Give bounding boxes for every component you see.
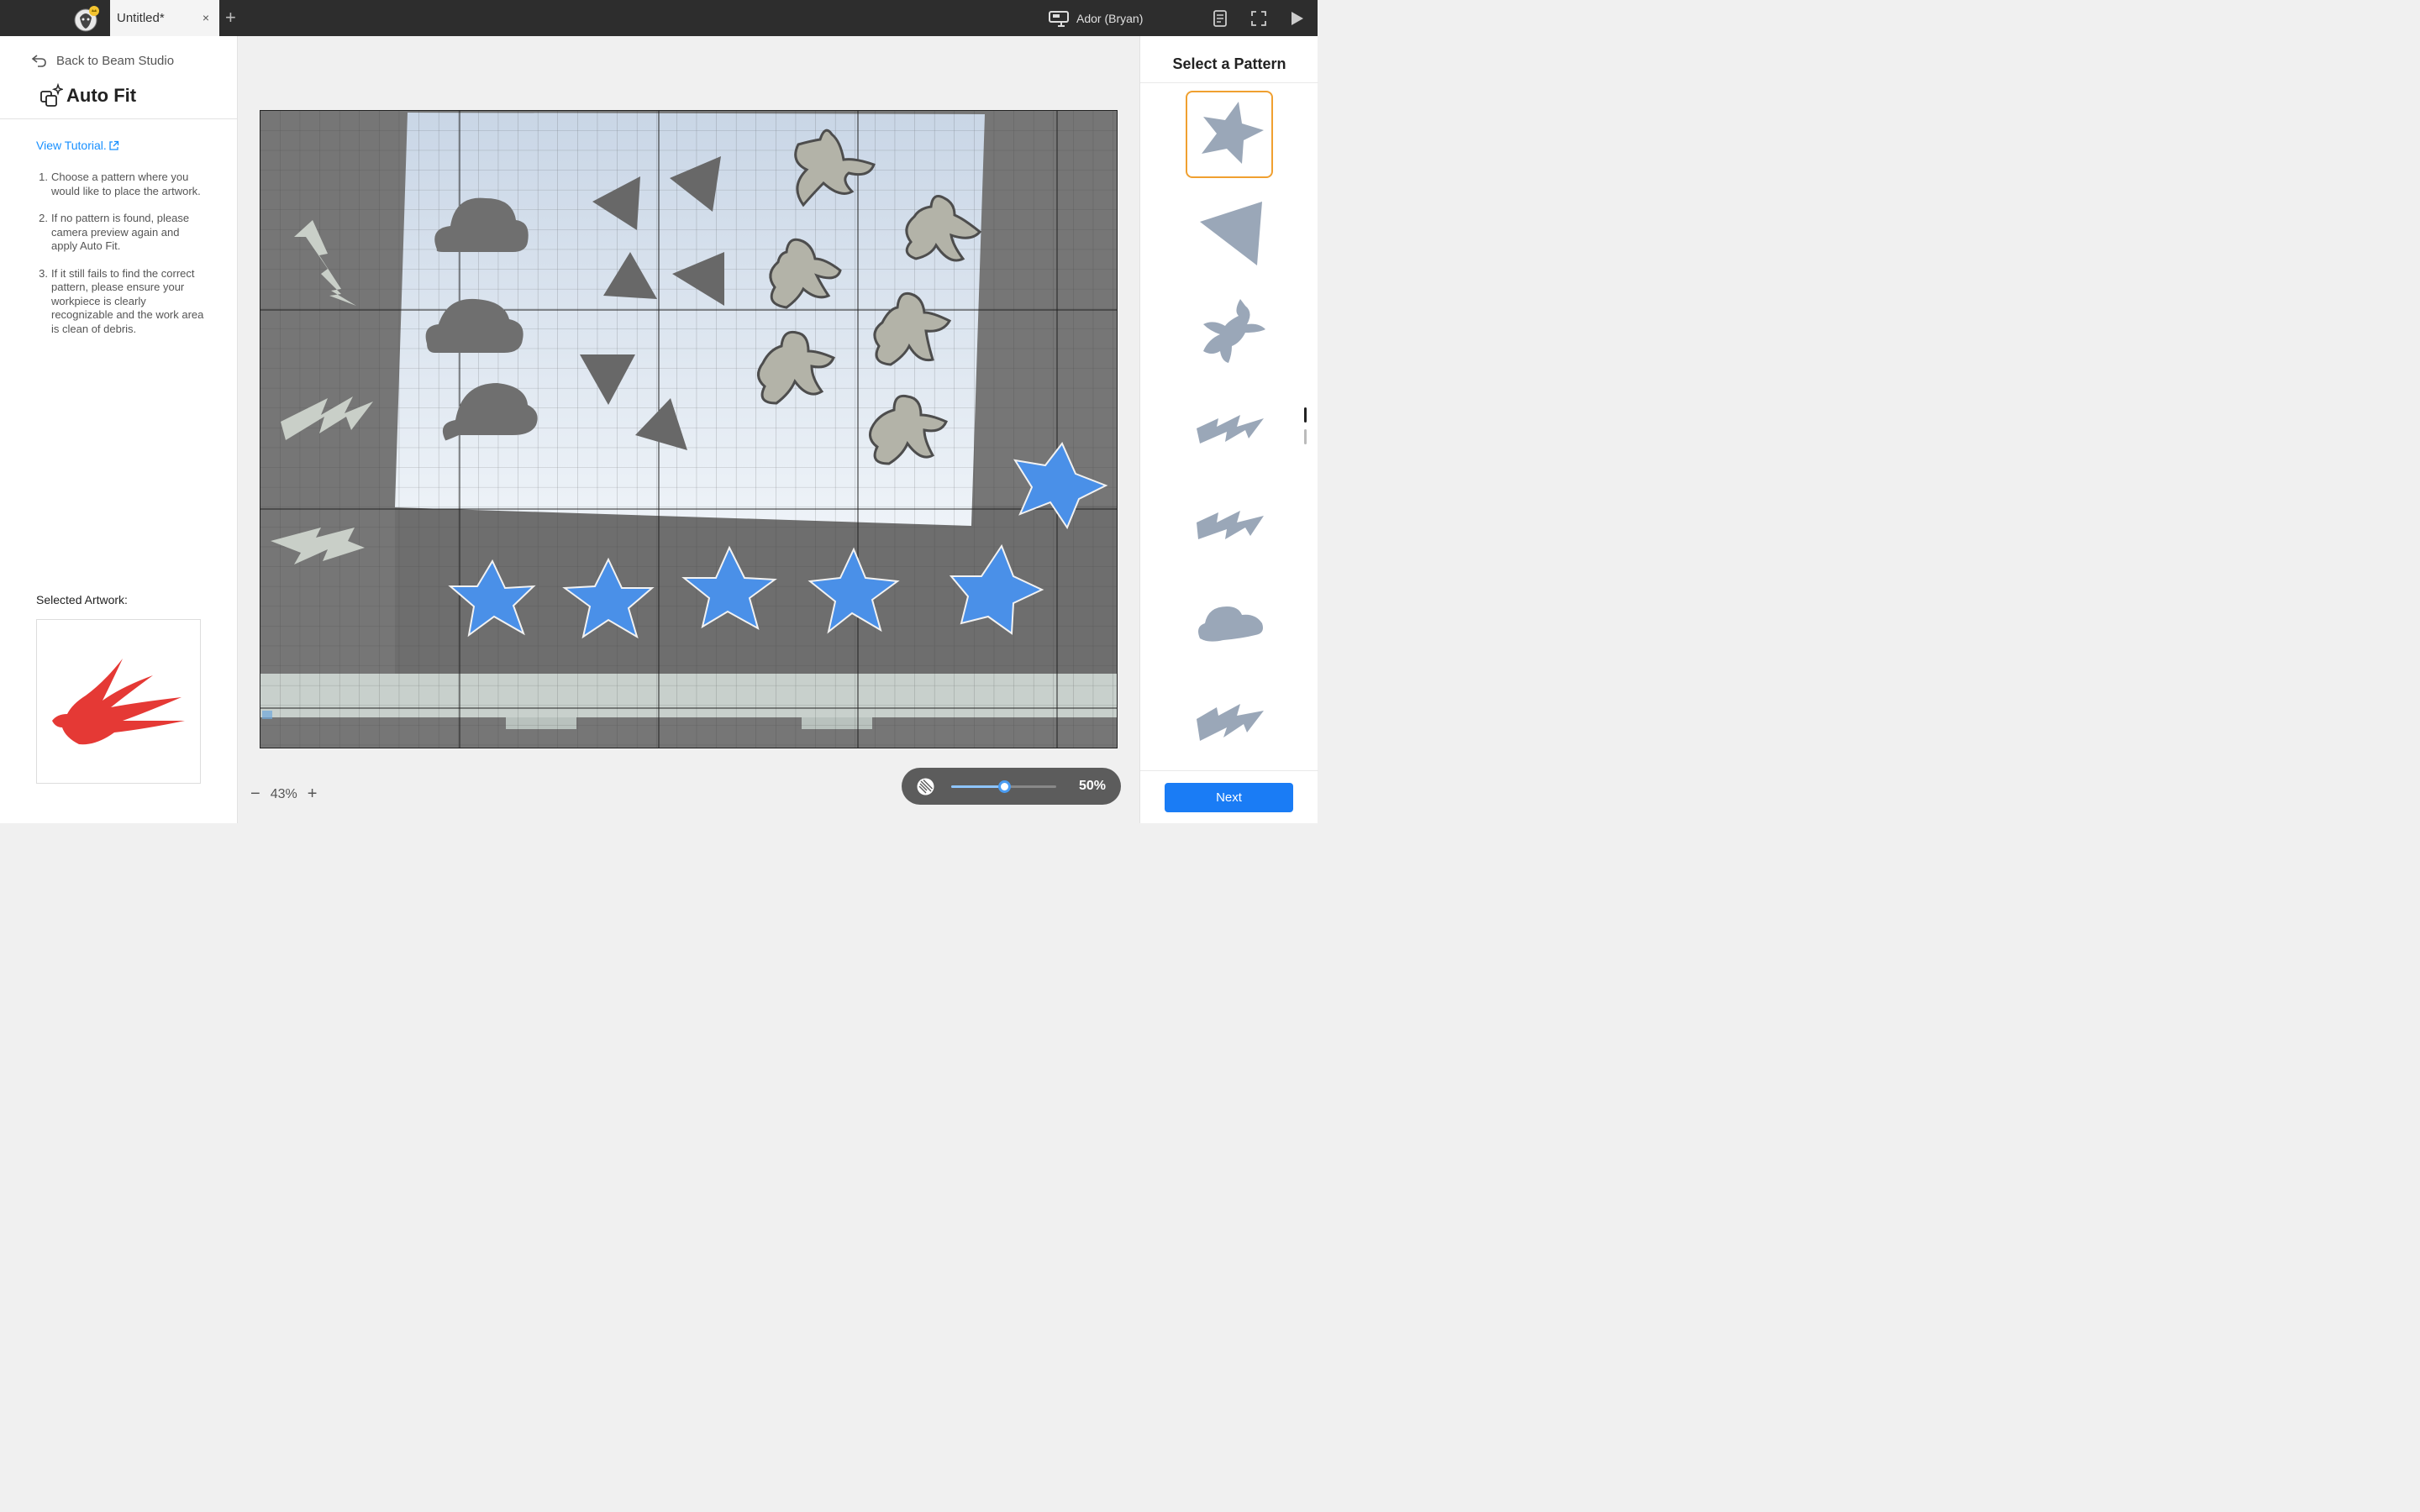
view-tutorial-link[interactable]: View Tutorial. xyxy=(36,139,119,152)
tab-title: Untitled* xyxy=(117,11,165,25)
instruction-step: 3. If it still fails to find the correct… xyxy=(39,266,204,335)
selected-artwork-preview xyxy=(36,619,201,784)
pattern-option-lightning[interactable] xyxy=(1186,481,1273,569)
scroll-indicator-active xyxy=(1304,407,1307,423)
zoom-in-button[interactable]: + xyxy=(308,785,318,804)
opacity-slider[interactable] xyxy=(951,780,1056,793)
pattern-option-triangle[interactable] xyxy=(1186,189,1273,276)
back-to-beam-studio-link[interactable]: Back to Beam Studio xyxy=(31,53,174,68)
divider xyxy=(0,118,237,119)
pattern-panel-title: Select a Pattern xyxy=(1172,55,1286,72)
opacity-icon xyxy=(917,778,934,795)
left-panel: Back to Beam Studio Auto Fit View Tutori… xyxy=(0,36,238,823)
lightning-bolt-icon xyxy=(1197,415,1264,444)
swallow-bird-icon xyxy=(52,659,185,745)
instruction-step: 1. Choose a pattern where you would like… xyxy=(39,171,201,197)
document-tab[interactable]: Untitled* × xyxy=(110,0,219,36)
laser-machine-icon xyxy=(1049,11,1069,27)
gingerbread-man-icon xyxy=(1203,299,1265,363)
title-bar: Untitled* × + Ador (Bryan) xyxy=(0,0,1318,36)
camera-preview-canvas[interactable] xyxy=(260,110,1118,748)
new-tab-button[interactable]: + xyxy=(225,8,236,28)
view-tutorial-label: View Tutorial. xyxy=(36,139,107,152)
workspace-preview xyxy=(260,111,1117,748)
auto-fit-title: Auto Fit xyxy=(66,85,137,106)
selected-artwork-label: Selected Artwork: xyxy=(36,593,128,606)
pattern-option-star[interactable] xyxy=(1186,91,1273,178)
zoom-controls: − 43% + xyxy=(250,785,317,804)
device-selector[interactable]: Ador (Bryan) xyxy=(1049,9,1143,28)
pattern-option-cloud[interactable] xyxy=(1186,579,1273,666)
triangle-icon xyxy=(1200,202,1262,265)
close-tab-icon[interactable]: × xyxy=(203,11,209,24)
opacity-slider-fill xyxy=(951,785,1004,788)
divider xyxy=(1140,82,1318,83)
pattern-option-gingerbread[interactable] xyxy=(1186,286,1273,374)
instruction-step: 2. If no pattern is found, please camera… xyxy=(39,212,190,252)
pattern-panel: Select a Pattern Next xyxy=(1139,36,1318,823)
external-link-icon xyxy=(109,140,118,150)
scroll-indicator xyxy=(1304,429,1307,444)
pattern-option-lightning[interactable] xyxy=(1186,384,1273,471)
opacity-slider-thumb[interactable] xyxy=(997,780,1011,793)
pattern-option-lightning[interactable] xyxy=(1186,676,1273,764)
page-title: Auto Fit xyxy=(39,83,136,108)
document-icon[interactable] xyxy=(1211,9,1229,28)
cloud-icon xyxy=(1198,606,1263,642)
fullscreen-icon[interactable] xyxy=(1249,9,1268,28)
app-logo-icon xyxy=(74,6,99,32)
instruction-steps: 1. Choose a pattern where you would like… xyxy=(36,171,208,349)
auto-fit-icon xyxy=(40,83,63,107)
opacity-value: 50% xyxy=(1078,779,1106,793)
next-button[interactable]: Next xyxy=(1165,783,1293,812)
back-arrow-icon xyxy=(31,55,46,67)
zoom-level: 43% xyxy=(270,786,297,801)
device-name: Ador (Bryan) xyxy=(1076,12,1144,25)
opacity-control: 50% xyxy=(902,768,1121,805)
lightning-bolt-icon xyxy=(1197,511,1264,539)
play-icon[interactable] xyxy=(1287,9,1306,28)
divider xyxy=(1140,770,1318,771)
lightning-bolt-icon xyxy=(1197,704,1264,741)
back-label: Back to Beam Studio xyxy=(56,53,175,68)
star-icon xyxy=(1202,102,1264,164)
zoom-out-button[interactable]: − xyxy=(250,785,260,804)
